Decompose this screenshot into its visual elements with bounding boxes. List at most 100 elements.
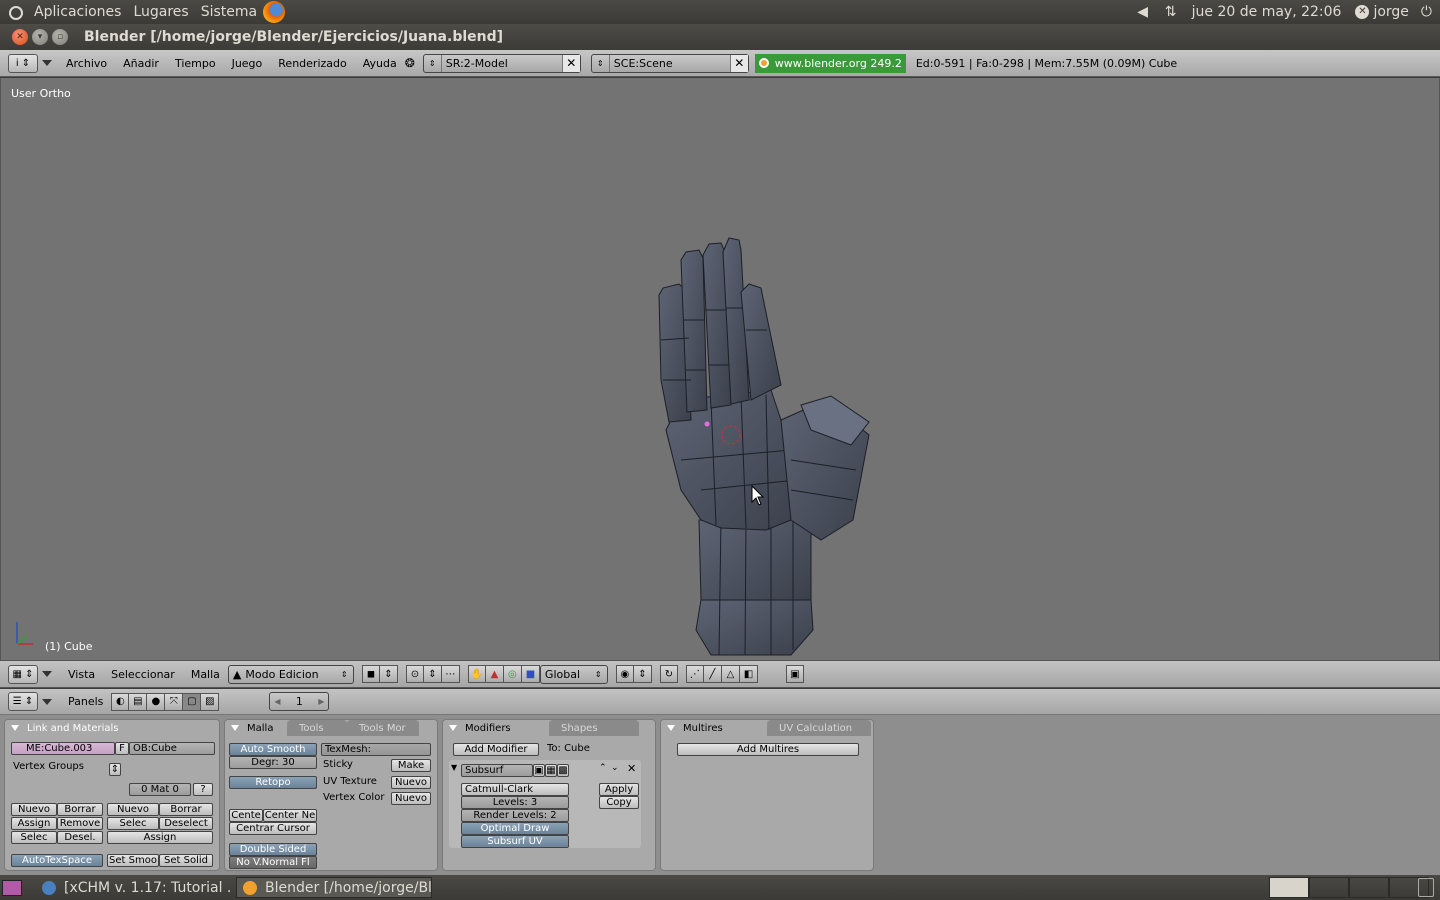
optimal-draw-toggle[interactable]: Optimal Draw	[461, 822, 569, 835]
subsurf-expand-icon[interactable]: ▼	[451, 763, 457, 772]
proportional-edit-icon[interactable]: ↻	[659, 665, 678, 683]
menu-sistema[interactable]: Sistema	[201, 4, 257, 20]
tab-shapes[interactable]: Shapes	[549, 720, 639, 736]
vertex-select-icon[interactable]: ⋰	[685, 665, 704, 683]
edge-select-icon[interactable]: ╱	[703, 665, 722, 683]
levels-field[interactable]: Levels: 3	[461, 796, 569, 809]
scene-selector[interactable]: ⇕ SCE:Scene ✕	[590, 53, 749, 73]
copy-modifier-button[interactable]: Copy	[599, 796, 639, 809]
center-button[interactable]: Cente	[229, 809, 263, 822]
collapse-menu-icon[interactable]	[42, 60, 52, 66]
apply-modifier-button[interactable]: Apply	[599, 783, 639, 796]
workspace-2[interactable]	[1309, 877, 1349, 898]
autotexspace-toggle[interactable]: AutoTexSpace	[11, 854, 103, 867]
close-window-button[interactable]: ✕	[12, 29, 28, 45]
screen-arrows-icon[interactable]: ⇕	[424, 54, 442, 72]
material-new-button[interactable]: Nuevo	[107, 803, 159, 816]
clock[interactable]: jue 20 de may, 22:06	[1192, 4, 1342, 20]
remove-modifier-icon[interactable]: ✕	[627, 762, 636, 775]
material-help-button[interactable]: ?	[193, 783, 213, 796]
workspace-1[interactable]	[1269, 877, 1309, 898]
editing-context-icon[interactable]: ▢	[183, 692, 202, 711]
tab-modifiers[interactable]: Modifiers	[443, 720, 549, 736]
frame-value[interactable]: 1	[296, 695, 303, 708]
subsurf-name-field[interactable]: Subsurf	[461, 764, 533, 777]
hand-mesh[interactable]	[641, 160, 881, 660]
screen-delete-button[interactable]: ✕	[561, 54, 580, 72]
user-menu[interactable]: ✕ jorge	[1355, 4, 1409, 20]
vgroup-new-button[interactable]: Nuevo	[11, 803, 57, 816]
pivot-arrows-icon[interactable]: ⇕	[423, 665, 442, 683]
set-solid-button[interactable]: Set Solid	[159, 854, 213, 867]
subsurf-uv-toggle[interactable]: Subsurf UV	[461, 835, 569, 848]
task-xchm[interactable]: [xCHM v. 1.17: Tutorial ...	[36, 877, 232, 898]
orientation-selector[interactable]: Global ⇕	[539, 664, 608, 684]
retopo-toggle[interactable]: Retopo	[229, 776, 317, 789]
scale-icon[interactable]: ■	[521, 665, 540, 683]
add-modifier-menu[interactable]: Add Modifier	[453, 743, 539, 756]
scene-name[interactable]: SCE:Scene	[610, 57, 730, 70]
sticky-make-button[interactable]: Make	[391, 759, 431, 772]
menu-seleccionar[interactable]: Seleccionar	[111, 668, 175, 681]
material-deselect-button[interactable]: Deselect	[159, 817, 213, 830]
fake-user-button[interactable]: F	[115, 742, 129, 755]
object-context-icon[interactable]: ⤧	[165, 692, 184, 711]
rotate-icon[interactable]: ◎	[503, 665, 522, 683]
frame-increment-icon[interactable]: ▶	[318, 697, 328, 706]
move-down-icon[interactable]: ⌄	[611, 763, 619, 773]
scene-delete-button[interactable]: ✕	[729, 54, 748, 72]
3d-viewport[interactable]: User Ortho (1) Cube	[0, 78, 1440, 660]
scene-context-icon[interactable]: ▨	[201, 692, 220, 711]
menu-renderizado[interactable]: Renderizado	[278, 57, 346, 70]
material-index-field[interactable]: 0 Mat 0	[129, 783, 191, 796]
power-icon[interactable]: ⏻	[1421, 4, 1432, 20]
mode-selector[interactable]: ▲ Modo Edicion ⇕	[227, 664, 354, 684]
collapse-triangle-icon[interactable]	[11, 725, 19, 731]
manipulator-icon[interactable]: ⋯	[441, 665, 460, 683]
tab-multires[interactable]: Multires	[661, 720, 767, 736]
workspace-switcher[interactable]	[1269, 877, 1429, 898]
material-assign-button[interactable]: Assign	[107, 831, 213, 844]
auto-smooth-toggle[interactable]: Auto Smooth	[229, 743, 317, 756]
buttons-window-type-icon[interactable]: ☰ ⇕	[8, 692, 38, 711]
hand-manipulator-icon[interactable]: ✋	[467, 665, 486, 683]
menu-malla[interactable]: Malla	[191, 668, 220, 681]
face-select-icon[interactable]: △	[721, 665, 740, 683]
menu-ayuda[interactable]: Ayuda	[363, 57, 397, 70]
minimize-window-button[interactable]: ▾	[32, 29, 48, 45]
menu-archivo[interactable]: Archivo	[66, 57, 107, 70]
vgroup-assign-button[interactable]: Assign	[11, 817, 57, 830]
layer-icon[interactable]: ◉	[615, 665, 634, 683]
mode-label[interactable]: Modo Edicion	[241, 668, 341, 681]
logic-context-icon[interactable]: ◐	[111, 692, 130, 711]
draw-type-arrows-icon[interactable]: ⇕	[379, 665, 398, 683]
blender-version-link[interactable]: www.blender.org 249.2	[754, 53, 906, 73]
screen-name[interactable]: SR:2-Model	[442, 57, 562, 70]
menu-aplicaciones[interactable]: Aplicaciones	[34, 4, 121, 20]
show-desktop-icon[interactable]	[2, 879, 22, 896]
menu-tiempo[interactable]: Tiempo	[175, 57, 216, 70]
subsurf-realtime-icon[interactable]: ▦	[545, 764, 557, 777]
tab-malla[interactable]: Malla	[225, 720, 287, 736]
texmesh-field[interactable]: TexMesh:	[321, 743, 431, 756]
draw-type-icon[interactable]: ◼	[361, 665, 380, 683]
collapse-menu-icon[interactable]	[42, 671, 52, 677]
screen-selector[interactable]: ⇕ SR:2-Model ✕	[422, 53, 581, 73]
info-window-type-icon[interactable]: i ⇕	[8, 53, 38, 73]
tab-uv-calculation[interactable]: UV Calculation	[767, 720, 871, 736]
orientation-label[interactable]: Global	[541, 668, 595, 681]
vgroup-remove-button[interactable]: Remove	[57, 817, 103, 830]
task-blender[interactable]: Blender [/home/jorge/Bl...	[236, 877, 432, 898]
set-smooth-button[interactable]: Set Smoo	[107, 854, 159, 867]
maximize-window-button[interactable]: ▫	[52, 29, 68, 45]
panel-tab-link-materials[interactable]: Link and Materials	[5, 720, 219, 736]
object-name-field[interactable]: OB:Cube	[129, 742, 215, 755]
collapse-triangle-icon[interactable]	[231, 725, 239, 731]
network-icon[interactable]: ⇅	[1162, 4, 1180, 20]
collapse-triangle-icon[interactable]	[449, 725, 457, 731]
no-vnormal-flip-toggle[interactable]: No V.Normal Fl	[229, 856, 317, 869]
render-preview-icon[interactable]: ▣	[785, 665, 804, 683]
trash-icon[interactable]	[1418, 878, 1434, 897]
tab-tools[interactable]: Tools	[287, 720, 347, 736]
pivot-icon[interactable]: ⊙	[405, 665, 424, 683]
